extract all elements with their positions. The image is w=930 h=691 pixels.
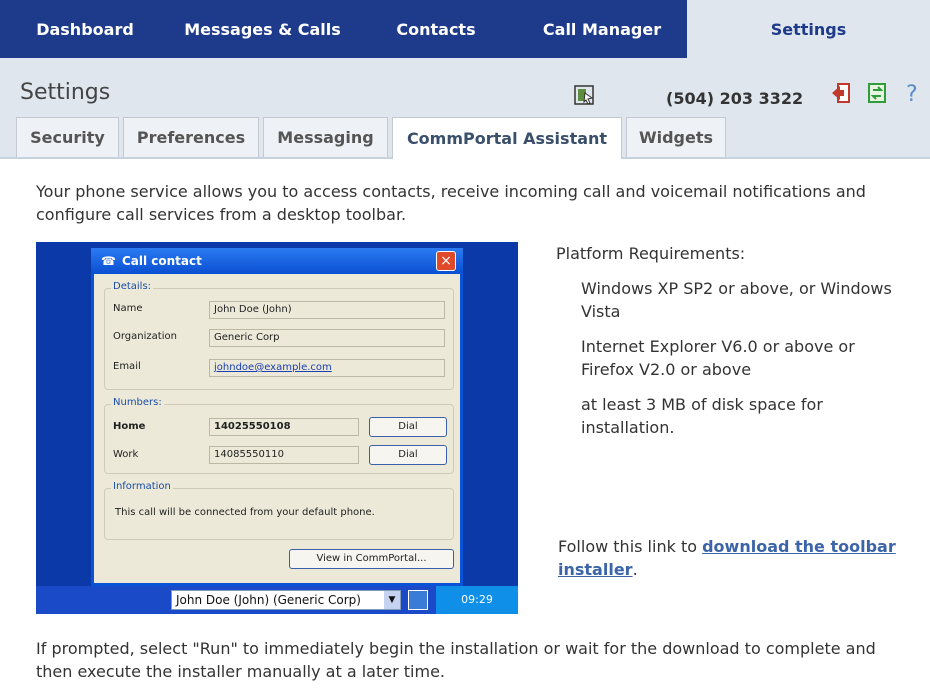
call-contact-dialog: ☎ Call contact × Details: Name John Doe … — [91, 248, 463, 586]
follow-prefix: Follow this link to — [558, 537, 703, 556]
numbers-label: Numbers: — [111, 397, 164, 408]
system-clock: 09:29 — [436, 586, 518, 614]
dial-home-button: Dial — [369, 417, 447, 437]
requirements-title: Platform Requirements: — [556, 244, 746, 263]
tab-messages-calls[interactable]: Messages & Calls — [170, 0, 355, 58]
org-label: Organization — [113, 331, 177, 342]
work-value: 14085550110 — [209, 446, 359, 464]
download-instruction: Follow this link to download the toolbar… — [558, 535, 898, 581]
clock-text: 09:29 — [461, 593, 493, 606]
page-title: Settings — [20, 80, 111, 105]
toolbar-icon[interactable] — [573, 84, 595, 106]
contact-combo: John Doe (John) (Generic Corp) ▼ — [171, 590, 401, 610]
platform-requirements: Platform Requirements: Windows XP SP2 or… — [556, 242, 896, 451]
name-value: John Doe (John) — [209, 301, 445, 319]
subtab-preferences[interactable]: Preferences — [123, 117, 259, 157]
org-value: Generic Corp — [209, 329, 445, 347]
subtab-commportal-assistant[interactable]: CommPortal Assistant — [392, 117, 622, 159]
subtab-security[interactable]: Security — [16, 117, 119, 157]
follow-suffix: . — [632, 560, 638, 579]
details-label: Details: — [111, 281, 154, 292]
refresh-icon[interactable] — [866, 81, 888, 103]
taskbar: John Doe (John) (Generic Corp) ▼ 09:29 — [36, 586, 518, 614]
contact-combo-text: John Doe (John) (Generic Corp) — [176, 593, 361, 607]
requirement-os: Windows XP SP2 or above, or Windows Vist… — [581, 279, 892, 321]
information-label: Information — [111, 481, 173, 492]
dial-work-button: Dial — [369, 445, 447, 465]
subtab-messaging[interactable]: Messaging — [263, 117, 388, 157]
requirement-browser: Internet Explorer V6.0 or above or Firef… — [581, 337, 855, 379]
phone-number: (504) 203 3322 — [666, 89, 804, 108]
home-label: Home — [113, 421, 146, 432]
subtab-widgets[interactable]: Widgets — [626, 117, 726, 157]
installation-note: If prompted, select "Run" to immediately… — [36, 639, 876, 681]
home-value: 14025550108 — [209, 418, 359, 436]
settings-subtabs: Security Preferences Messaging CommPorta… — [16, 117, 730, 159]
email-label: Email — [113, 361, 141, 372]
tab-settings[interactable]: Settings — [687, 0, 930, 58]
logout-icon[interactable] — [830, 81, 852, 103]
help-icon[interactable]: ? — [904, 81, 930, 103]
details-group: Details: Name John Doe (John) Organizati… — [104, 281, 454, 390]
tab-dashboard[interactable]: Dashboard — [0, 0, 170, 58]
intro-text: Your phone service allows you to access … — [36, 182, 866, 224]
requirement-disk: at least 3 MB of disk space for installa… — [581, 395, 823, 437]
view-in-commportal-button: View in CommPortal... — [289, 549, 454, 569]
tab-call-manager[interactable]: Call Manager — [517, 0, 687, 58]
phone-icon: ☎ — [101, 254, 116, 268]
dialog-title: ☎ Call contact — [91, 248, 463, 274]
dialog-title-text: Call contact — [121, 254, 202, 268]
svg-text:?: ? — [906, 82, 918, 103]
email-value: johndoe@example.com — [209, 359, 445, 377]
information-text: This call will be connected from your de… — [115, 507, 375, 518]
name-label: Name — [113, 303, 143, 314]
information-group: Information This call will be connected … — [104, 481, 454, 540]
contact-card-icon — [408, 590, 428, 610]
dropdown-icon: ▼ — [384, 591, 400, 609]
toolbar-screenshot: ☎ Call contact × Details: Name John Doe … — [36, 242, 518, 614]
close-icon: × — [436, 251, 456, 271]
work-label: Work — [113, 449, 139, 460]
numbers-group: Numbers: Home 14025550108 Dial Work 1408… — [104, 397, 454, 474]
tab-contacts[interactable]: Contacts — [355, 0, 517, 58]
main-nav: Dashboard Messages & Calls Contacts Call… — [0, 0, 930, 58]
